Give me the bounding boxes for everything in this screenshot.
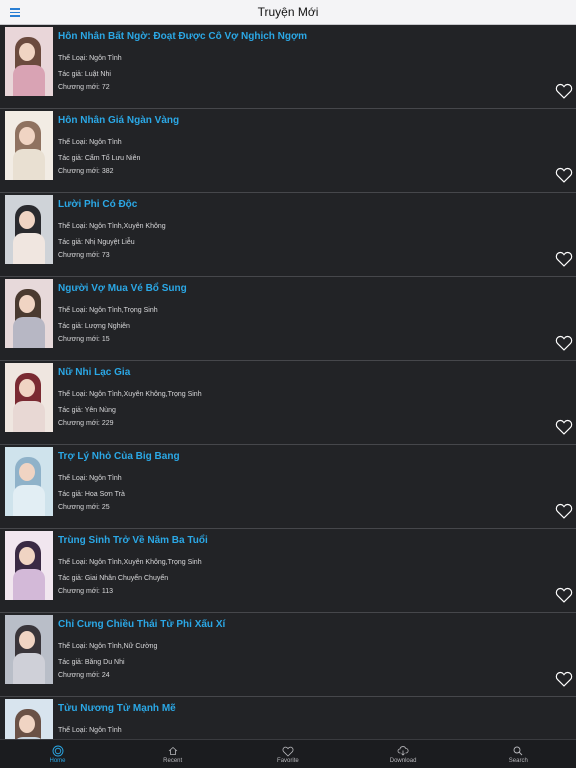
story-author: Tác giả: Cẩm Tố Lưu Niên (58, 155, 141, 162)
story-title[interactable]: Trợ Lý Nhỏ Của Big Bang (58, 451, 180, 462)
story-title[interactable]: Lười Phi Có Độc (58, 199, 137, 210)
story-latest-chapter: Chương mới: 72 (58, 84, 110, 91)
story-genre: Thể Loại: Ngôn Tình (58, 727, 122, 734)
story-genre: Thể Loại: Ngôn Tình (58, 55, 122, 62)
story-author: Tác giả: Luật Nhi (58, 71, 111, 78)
home-icon (52, 744, 64, 757)
favorite-heart-icon[interactable] (555, 503, 573, 519)
story-author: Tác giả: Giai Nhân Chuyển Chuyển (58, 575, 169, 582)
story-title[interactable]: Nữ Nhi Lạc Gia (58, 367, 130, 378)
story-list[interactable]: Hôn Nhân Bất Ngờ: Đoạt Được Cô Vợ Nghịch… (0, 25, 576, 739)
story-title[interactable]: Chỉ Cưng Chiều Thái Tử Phi Xấu Xí (58, 619, 225, 630)
favorite-heart-icon[interactable] (555, 671, 573, 687)
tab-label: Home (49, 758, 66, 764)
tab-label: Recent (163, 758, 183, 764)
story-genre: Thể Loại: Ngôn Tình (58, 139, 122, 146)
story-row[interactable]: Hôn Nhân Giá Ngàn Vàng Thể Loại: Ngôn Tìn… (0, 109, 576, 193)
story-title[interactable]: Người Vợ Mua Vé Bổ Sung (58, 283, 187, 294)
story-cover-image[interactable] (5, 111, 53, 180)
story-cover-image[interactable] (5, 363, 53, 432)
story-row[interactable]: Trùng Sinh Trở Về Năm Ba Tuổi Thể Loại: N… (0, 529, 576, 613)
story-genre: Thể Loại: Ngôn Tình,Trọng Sinh (58, 307, 158, 314)
story-row[interactable]: Chỉ Cưng Chiều Thái Tử Phi Xấu Xí Thể Loạ… (0, 613, 576, 697)
story-title[interactable]: Hôn Nhân Giá Ngàn Vàng (58, 115, 179, 126)
recent-icon (167, 744, 179, 756)
story-row[interactable]: Người Vợ Mua Vé Bổ Sung Thể Loại: Ngôn Tì… (0, 277, 576, 361)
story-latest-chapter: Chương mới: 73 (58, 252, 110, 259)
story-author: Tác giả: Băng Du Nhi (58, 659, 125, 666)
page-title: Truyện Mới (257, 5, 319, 19)
favorite-heart-icon[interactable] (555, 335, 573, 351)
story-latest-chapter: Chương mới: 229 (58, 420, 114, 427)
story-genre: Thể Loại: Ngôn Tình,Xuyên Không (58, 223, 166, 230)
story-author: Tác giả: Hoa Sơn Trà (58, 491, 125, 498)
story-cover-image[interactable] (5, 447, 53, 516)
story-cover-image[interactable] (5, 615, 53, 684)
tab-home[interactable]: Home (0, 740, 115, 768)
tab-search[interactable]: Search (461, 740, 576, 768)
story-row[interactable]: Lười Phi Có Độc Thể Loại: Ngôn Tình,Xuyên… (0, 193, 576, 277)
story-title[interactable]: Hôn Nhân Bất Ngờ: Đoạt Được Cô Vợ Nghịch… (58, 31, 307, 42)
story-title[interactable]: Trùng Sinh Trở Về Năm Ba Tuổi (58, 535, 208, 546)
favorite-heart-icon[interactable] (555, 83, 573, 99)
tab-download[interactable]: Download (346, 740, 461, 768)
story-latest-chapter: Chương mới: 25 (58, 504, 110, 511)
story-latest-chapter: Chương mới: 15 (58, 336, 110, 343)
tab-label: Download (389, 758, 417, 764)
story-cover-image[interactable] (5, 27, 53, 96)
tab-label: Search (508, 758, 528, 764)
story-author: Tác giả: Lượng Nghiên (58, 323, 130, 330)
heart-icon (282, 744, 294, 757)
cloud-download-icon (397, 744, 409, 756)
tab-recent[interactable]: Recent (115, 740, 230, 768)
tab-label: Favorite (277, 758, 299, 764)
favorite-heart-icon[interactable] (555, 419, 573, 435)
tab-bar: Home Recent Favorite Download Search (0, 739, 576, 768)
story-row[interactable]: Hôn Nhân Bất Ngờ: Đoạt Được Cô Vợ Nghịch… (0, 25, 576, 109)
favorite-heart-icon[interactable] (555, 587, 573, 603)
story-cover-image[interactable] (5, 195, 53, 264)
story-row[interactable]: Tửu Nương Tử Mạnh Mẽ Thể Loại: Ngôn Tình (0, 697, 576, 739)
story-cover-image[interactable] (5, 699, 53, 739)
story-title[interactable]: Tửu Nương Tử Mạnh Mẽ (58, 703, 176, 714)
top-navigation-bar: Truyện Mới (0, 0, 576, 25)
story-cover-image[interactable] (5, 279, 53, 348)
tab-favorite[interactable]: Favorite (230, 740, 345, 768)
story-genre: Thể Loại: Ngôn Tình (58, 475, 122, 482)
story-genre: Thể Loại: Ngôn Tình,Nữ Cường (58, 643, 158, 650)
story-author: Tác giả: Nhị Nguyệt Liễu (58, 239, 135, 246)
story-cover-image[interactable] (5, 531, 53, 600)
favorite-heart-icon[interactable] (555, 251, 573, 267)
story-row[interactable]: Trợ Lý Nhỏ Của Big Bang Thể Loại: Ngôn Tì… (0, 445, 576, 529)
story-latest-chapter: Chương mới: 382 (58, 168, 114, 175)
story-latest-chapter: Chương mới: 24 (58, 672, 110, 679)
search-icon (512, 744, 524, 756)
story-genre: Thể Loại: Ngôn Tình,Xuyên Không,Trọng Si… (58, 559, 202, 566)
favorite-heart-icon[interactable] (555, 167, 573, 183)
story-row[interactable]: Nữ Nhi Lạc Gia Thể Loại: Ngôn Tình,Xuyên … (0, 361, 576, 445)
story-latest-chapter: Chương mới: 113 (58, 588, 113, 595)
story-author: Tác giả: Yên Nùng (58, 407, 116, 414)
story-genre: Thể Loại: Ngôn Tình,Xuyên Không,Trọng Si… (58, 391, 202, 398)
